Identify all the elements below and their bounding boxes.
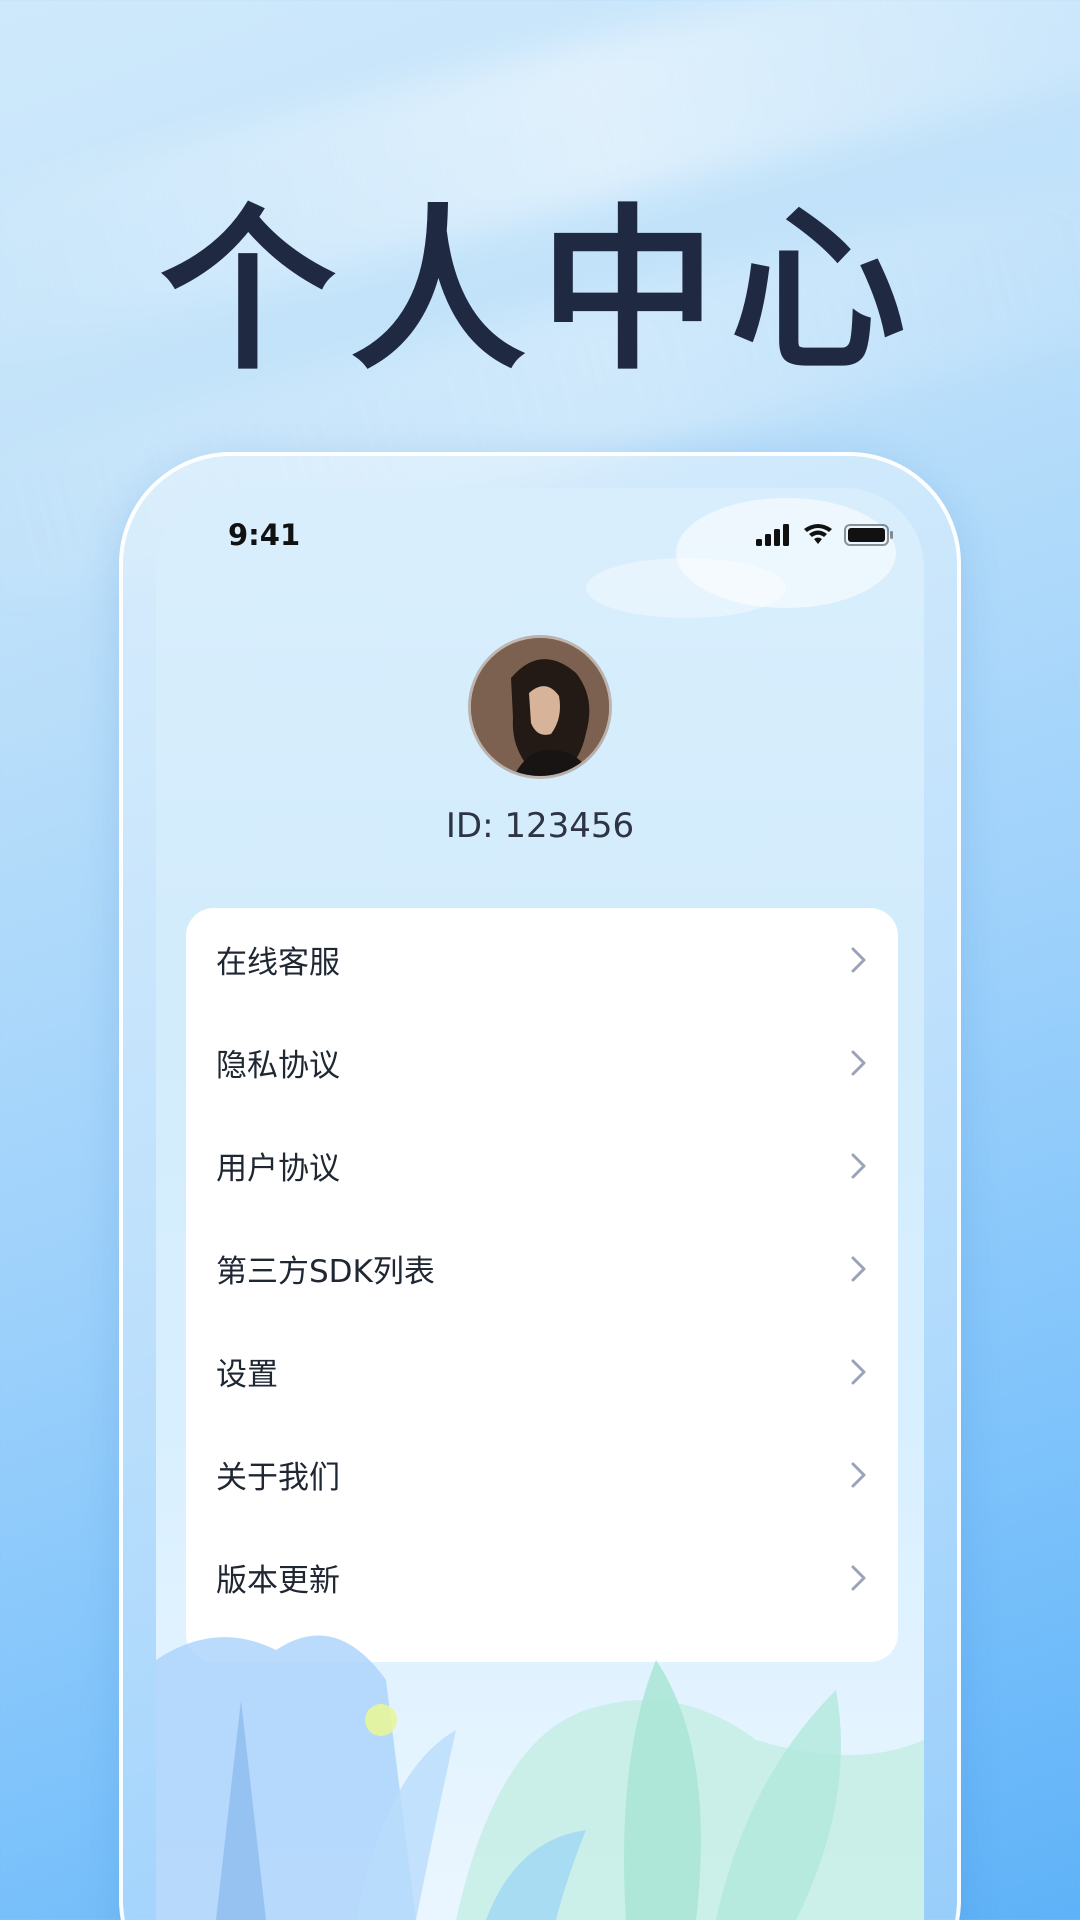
avatar[interactable] — [468, 635, 612, 779]
menu-item-label: 用户协议 — [216, 1151, 340, 1187]
chevron-right-icon — [851, 1050, 866, 1075]
menu-item-third-party-sdk[interactable]: 第三方SDK列表 — [186, 1217, 898, 1320]
user-avatar-photo — [471, 638, 609, 776]
chevron-right-icon — [851, 1565, 866, 1590]
chevron-right-icon — [851, 1462, 866, 1487]
battery-icon — [844, 524, 893, 546]
status-time: 9:41 — [228, 518, 301, 552]
status-bar: 9:41 — [156, 488, 924, 588]
menu-item-settings[interactable]: 设置 — [186, 1320, 898, 1423]
menu-item-label: 第三方SDK列表 — [216, 1254, 435, 1290]
menu-item-label: 设置 — [216, 1357, 278, 1393]
menu-card: 在线客服 隐私协议 用户协议 第三方SDK列表 设置 关于我们 版本更新 — [186, 908, 898, 1662]
menu-item-about-us[interactable]: 关于我们 — [186, 1423, 898, 1526]
menu-item-privacy-policy[interactable]: 隐私协议 — [186, 1011, 898, 1114]
menu-item-label: 关于我们 — [216, 1460, 340, 1496]
chevron-right-icon — [851, 1256, 866, 1281]
phone-screen: 9:41 ID: 123456 在线客服 隐私协议 用户协议 第三方SDK列表 … — [156, 488, 924, 1920]
user-id: ID: 123456 — [445, 806, 635, 846]
plant-scenery-illustration — [156, 1635, 924, 1920]
chevron-right-icon — [851, 1359, 866, 1384]
status-icons — [756, 524, 894, 546]
poster-title: 个人中心 — [159, 189, 920, 394]
menu-item-label: 版本更新 — [216, 1563, 340, 1599]
menu-item-version-update[interactable]: 版本更新 — [186, 1526, 898, 1629]
cellular-signal-icon — [756, 524, 789, 546]
menu-item-label: 隐私协议 — [216, 1048, 340, 1084]
menu-item-user-agreement[interactable]: 用户协议 — [186, 1114, 898, 1217]
chevron-right-icon — [851, 1153, 866, 1178]
menu-item-label: 在线客服 — [216, 945, 340, 981]
menu-item-customer-service[interactable]: 在线客服 — [186, 908, 898, 1011]
wifi-icon — [804, 524, 832, 544]
chevron-right-icon — [851, 947, 866, 972]
